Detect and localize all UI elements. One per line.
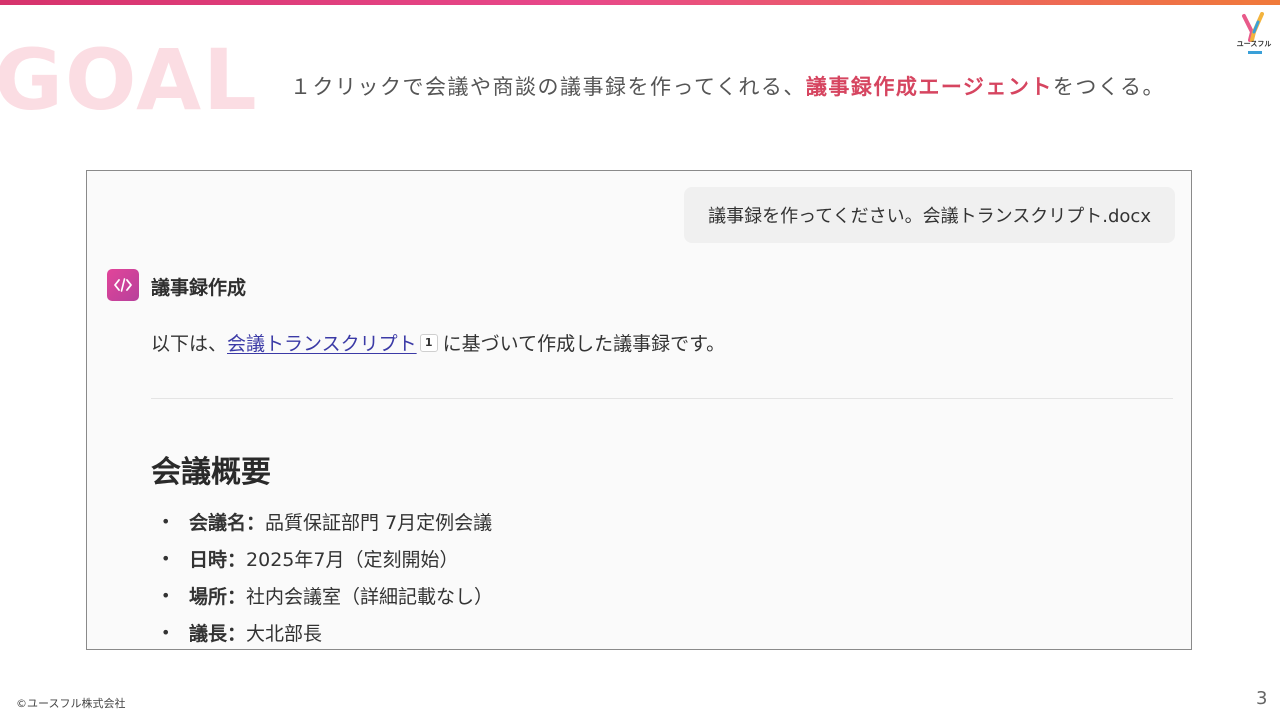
bullet-dot: • [161, 512, 171, 531]
detail-value: 大北部長 [246, 623, 323, 645]
user-message-bubble: 議事録を作ってください。会議トランスクリプト.docx [684, 187, 1175, 243]
list-item: • 会議名 ： 品質保証部門 7月定例会議 [161, 503, 493, 540]
goal-watermark: GOAL [0, 31, 259, 129]
slide-headline: １クリックで会議や商談の議事録を作ってくれる、議事録作成エージェントをつくる。 [290, 72, 1230, 102]
citation-badge[interactable]: 1 [419, 333, 438, 352]
detail-key: 会議名 [189, 512, 247, 534]
divider [151, 398, 1173, 399]
detail-value: 品質保証部門 7月定例会議 [265, 512, 493, 534]
headline-accent: 議事録作成エージェント [805, 75, 1053, 99]
top-gradient-bar [0, 0, 1280, 5]
code-brackets-icon [107, 269, 139, 301]
page-number: 3 [1256, 688, 1268, 709]
intro-prefix: 以下は、 [151, 333, 228, 355]
agent-name: 議事録作成 [151, 277, 247, 299]
logo-text: ユースフル [1236, 40, 1272, 48]
detail-key: 日時 [189, 549, 228, 571]
detail-key: 議長 [189, 623, 228, 645]
detail-separator: ： [246, 512, 266, 534]
user-message-text: 議事録を作ってください。会議トランスクリプト.docx [708, 206, 1151, 227]
detail-value: 2025年7月（定刻開始） [246, 549, 459, 571]
detail-value: 社内会議室（詳細記載なし） [246, 586, 494, 608]
list-item: • 議長 ： 大北部長 [161, 614, 493, 649]
detail-key: 場所 [189, 586, 228, 608]
detail-separator: ： [227, 586, 247, 608]
transcript-link[interactable]: 会議トランスクリプト [227, 329, 417, 356]
list-item: • 場所 ： 社内会議室（詳細記載なし） [161, 577, 493, 614]
agent-intro: 以下は、 会議トランスクリプト 1 に基づいて作成した議事録です。 [151, 329, 725, 356]
bullet-dot: • [161, 586, 171, 605]
list-item: • 日時 ： 2025年7月（定刻開始） [161, 540, 493, 577]
detail-separator: ： [227, 623, 247, 645]
copyright: ©ユースフル株式会社 [16, 697, 126, 710]
bullet-dot: • [161, 549, 171, 568]
meeting-details-list: • 会議名 ： 品質保証部門 7月定例会議 • 日時 ： 2025年7月（定刻開… [161, 503, 493, 649]
detail-separator: ： [227, 549, 247, 571]
section-title: 会議概要 [151, 455, 271, 490]
bullet-dot: • [161, 623, 171, 642]
headline-prefix: １クリックで会議や商談の議事録を作ってくれる、 [290, 75, 806, 99]
intro-suffix: に基づいて作成した議事録です。 [442, 333, 726, 355]
headline-suffix: をつくる。 [1052, 75, 1166, 99]
chat-panel: 議事録を作ってください。会議トランスクリプト.docx 議事録作成 以下は、 会… [86, 170, 1192, 650]
logo-underline [1248, 51, 1262, 54]
